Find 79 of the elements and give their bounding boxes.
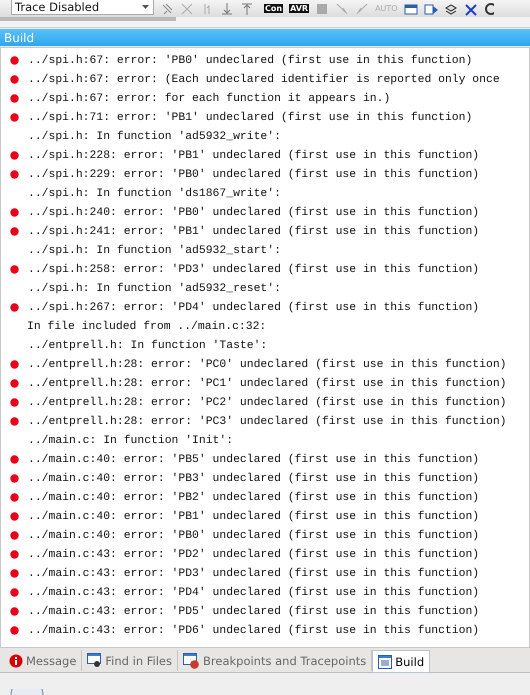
build-message: ../spi.h:240: error: 'PB0' undeclared (first use in this function) xyxy=(28,206,480,218)
build-message: ../main.c:40: error: 'PB1' undeclared (first use in this function) xyxy=(28,510,480,522)
error-icon xyxy=(10,360,19,369)
error-icon xyxy=(10,569,19,578)
build-message: ../entprell.h:28: error: 'PC2' undeclared (first use in this function) xyxy=(28,396,506,408)
error-icon xyxy=(10,588,19,597)
build-message: ../spi.h: In function 'ad5932_reset': xyxy=(28,282,281,294)
con-label[interactable]: Con xyxy=(264,4,284,13)
build-message: In file included from ../main.c:32: xyxy=(27,320,266,332)
find-window-icon xyxy=(87,653,102,668)
error-icon xyxy=(10,607,19,616)
build-message: ../spi.h:267: error: 'PD4' undeclared (first use in this function) xyxy=(28,302,480,314)
panel-tab[interactable]: Build xyxy=(372,650,430,673)
play-window-icon[interactable] xyxy=(424,2,438,16)
build-message: ../spi.h: In function 'ad5932_write': xyxy=(28,130,281,142)
error-icon xyxy=(10,474,19,483)
build-message: ../spi.h: In function 'ds1867_write': xyxy=(28,188,281,200)
build-message: ../main.c:43: error: 'PD3' undeclared (first use in this function) xyxy=(28,568,480,580)
trace-dropdown[interactable]: Trace Disabled xyxy=(11,0,154,15)
build-message: ../spi.h:67: error: for each function it appears in.) xyxy=(28,92,390,104)
build-message: ../spi.h:71: error: 'PB1' undeclared (first use in this function) xyxy=(28,112,472,124)
close-icon[interactable] xyxy=(464,2,478,16)
step-down-icon[interactable] xyxy=(220,2,234,16)
branch-icon[interactable] xyxy=(335,2,350,16)
build-message: ../entprell.h:28: error: 'PC3' undeclared (first use in this function) xyxy=(28,416,506,428)
error-icon xyxy=(10,56,19,65)
avr-label[interactable]: AVR xyxy=(289,4,310,13)
build-message: ../entprell.h: In function 'Taste': xyxy=(28,340,268,352)
build-message: ../spi.h:229: error: 'PB0' undeclared (first use in this function) xyxy=(28,168,480,180)
build-message: ../spi.h:228: error: 'PB1' undeclared (first use in this function) xyxy=(28,150,480,162)
build-message: ../entprell.h:28: error: 'PC0' undeclared (first use in this function) xyxy=(28,358,506,370)
error-icon xyxy=(10,550,19,559)
build-message: ../spi.h:67: error: (Each undeclared identifier is reported only once xyxy=(28,74,500,86)
breakpoint-window-icon xyxy=(183,652,200,668)
panel-tab[interactable]: Find in Files xyxy=(82,650,178,671)
build-message: ../main.c:40: error: 'PB3' undeclared (first use in this function) xyxy=(28,472,480,484)
build-message: ../main.c:40: error: 'PB2' undeclared (first use in this function) xyxy=(28,492,480,504)
error-icon xyxy=(10,151,19,160)
panel-tab[interactable]: Breakpoints and Tracepoints xyxy=(178,650,372,671)
window-icon[interactable] xyxy=(404,2,418,16)
error-icon xyxy=(10,265,19,274)
build-message: ../main.c:40: error: 'PB0' undeclared (first use in this function) xyxy=(28,530,480,542)
stack-icon[interactable] xyxy=(444,2,458,16)
error-icon xyxy=(10,493,19,502)
error-icon xyxy=(10,94,19,103)
error-icon xyxy=(10,170,19,179)
error-icon xyxy=(10,113,19,122)
branch-icon[interactable] xyxy=(355,2,370,16)
error-icon xyxy=(10,512,19,521)
panel-title: Build xyxy=(4,30,34,44)
error-icon xyxy=(10,455,19,464)
error-icon xyxy=(10,379,19,388)
pin-icon[interactable] xyxy=(160,2,174,16)
panel-tab[interactable]: Message xyxy=(4,650,82,671)
build-message: ../spi.h: In function 'ad5932_start': xyxy=(28,244,281,256)
build-message: ../spi.h:258: error: 'PD3' undeclared (first use in this function) xyxy=(28,264,480,276)
chip-icon[interactable] xyxy=(315,2,330,16)
step-up-icon[interactable] xyxy=(240,2,254,16)
caret-icon xyxy=(142,5,149,9)
error-icon xyxy=(10,303,19,312)
build-message: ../main.c:43: error: 'PD4' undeclared (first use in this function) xyxy=(28,586,480,598)
build-message: ../main.c:40: error: 'PB5' undeclared (first use in this function) xyxy=(28,454,480,466)
build-message: ../main.c:43: error: 'PD5' undeclared (first use in this function) xyxy=(28,606,480,618)
build-message: ../entprell.h:28: error: 'PC1' undeclared (first use in this function) xyxy=(28,378,506,390)
pin-cross-icon[interactable] xyxy=(180,2,194,16)
error-icon xyxy=(10,417,19,426)
build-message: ../spi.h:67: error: 'PB0' undeclared (first use in this function) xyxy=(28,54,472,66)
error-icon xyxy=(10,75,19,84)
document-icon xyxy=(378,654,392,668)
build-message: ../spi.h:241: error: 'PB1' undeclared (first use in this function) xyxy=(28,226,480,238)
build-message: ../main.c: In function 'Init': xyxy=(28,434,234,446)
error-icon xyxy=(10,208,19,217)
build-message: ../main.c:43: error: 'PD6' undeclared (first use in this function) xyxy=(28,624,480,636)
error-icon xyxy=(10,531,19,540)
error-icon xyxy=(10,398,19,407)
error-icon xyxy=(10,626,19,635)
error-icon xyxy=(10,227,19,236)
info-icon xyxy=(9,654,23,668)
build-message: ../main.c:43: error: 'PD2' undeclared (first use in this function) xyxy=(28,548,480,560)
